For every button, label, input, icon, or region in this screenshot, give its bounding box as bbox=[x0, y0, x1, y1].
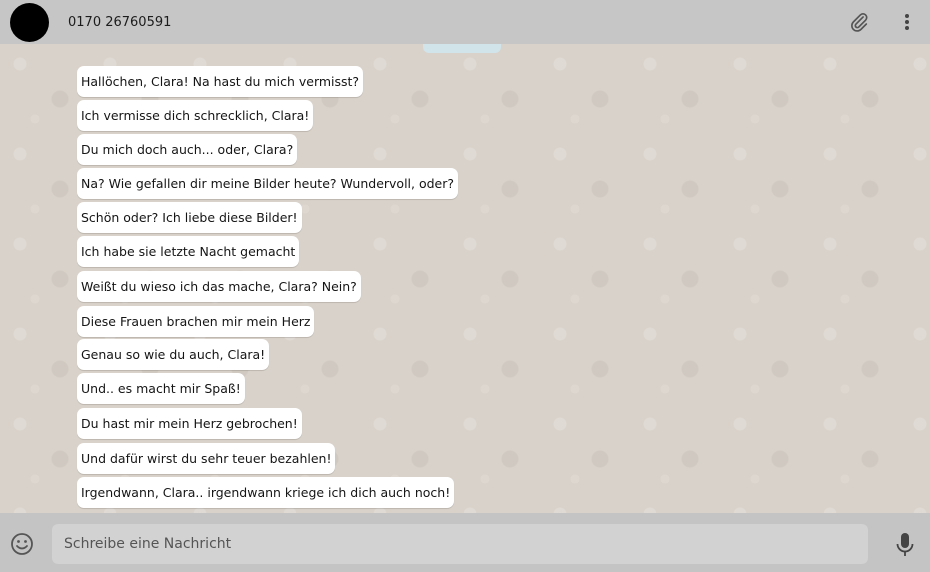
contact-name[interactable]: 0170 26760591 bbox=[68, 15, 171, 30]
avatar[interactable] bbox=[10, 2, 49, 42]
message-bubble[interactable]: Weißt du wieso ich das mache, Clara? Nei… bbox=[77, 271, 361, 302]
message-bubble[interactable]: Und.. es macht mir Spaß! bbox=[77, 373, 245, 404]
emoji-icon bbox=[11, 533, 33, 555]
message-bubble[interactable]: Du hast mir mein Herz gebrochen! bbox=[77, 408, 302, 439]
message-input[interactable] bbox=[52, 524, 868, 564]
message-list[interactable]: Hallöchen, Clara! Na hast du mich vermis… bbox=[0, 44, 930, 513]
message-bubble[interactable]: Und dafür wirst du sehr teuer bezahlen! bbox=[77, 443, 336, 474]
message-bubble[interactable]: Genau so wie du auch, Clara! bbox=[77, 339, 270, 370]
composer-bar bbox=[0, 513, 930, 572]
message-bubble[interactable]: Ich vermisse dich schrecklich, Clara! bbox=[77, 100, 314, 131]
message-bubble[interactable]: Irgendwann, Clara.. irgendwann kriege ic… bbox=[77, 477, 455, 508]
message-bubble[interactable]: Schön oder? Ich liebe diese Bilder! bbox=[77, 202, 302, 233]
message-bubble[interactable]: Du mich doch auch... oder, Clara? bbox=[77, 134, 298, 165]
kebab-menu-icon bbox=[905, 14, 909, 30]
message-bubble[interactable]: Ich habe sie letzte Nacht gemacht bbox=[77, 236, 300, 267]
message-bubble[interactable]: Diese Frauen brachen mir mein Herz bbox=[77, 306, 315, 337]
attach-button[interactable] bbox=[846, 9, 872, 35]
header-actions bbox=[846, 9, 920, 35]
paperclip-icon bbox=[851, 13, 868, 32]
microphone-button[interactable] bbox=[893, 532, 917, 558]
message-bubble[interactable]: Hallöchen, Clara! Na hast du mich vermis… bbox=[77, 66, 364, 97]
chat-header: 0170 26760591 bbox=[0, 0, 930, 44]
message-bubble[interactable]: Na? Wie gefallen dir meine Bilder heute?… bbox=[77, 168, 459, 199]
date-chip bbox=[423, 44, 501, 53]
microphone-icon bbox=[896, 533, 914, 556]
menu-button[interactable] bbox=[894, 9, 920, 35]
emoji-button[interactable] bbox=[10, 532, 34, 556]
